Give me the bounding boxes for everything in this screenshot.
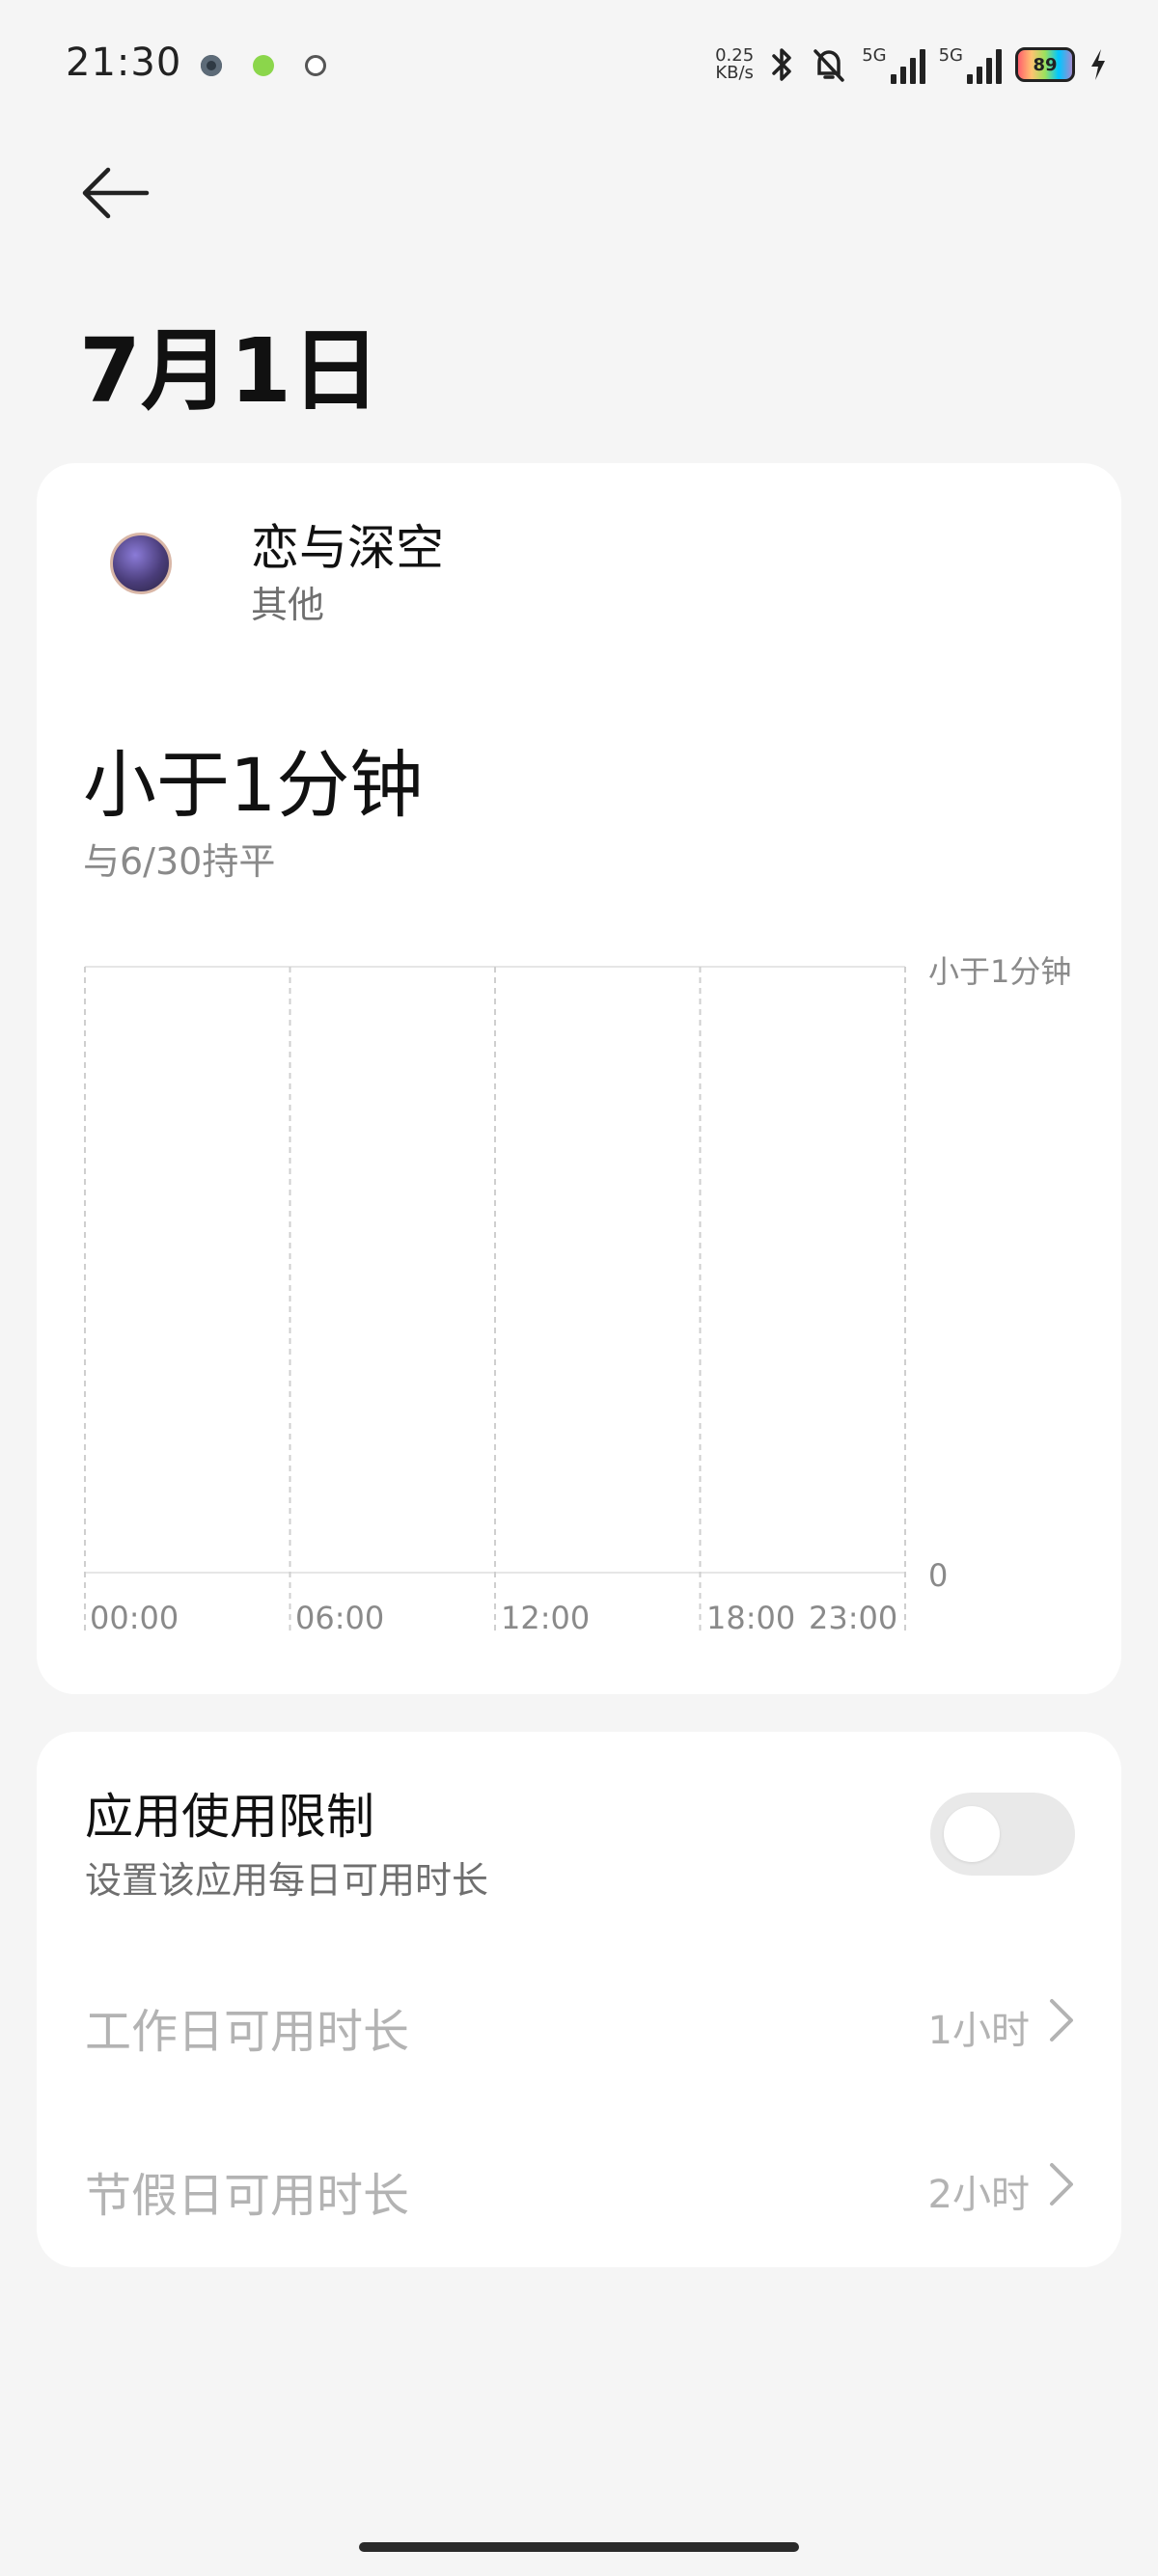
signal-2: 5G [939,45,1002,84]
holiday-limit-value: 2小时 [927,2173,1030,2217]
chevron-right-icon [1050,1999,1073,2042]
x-tick-label: 12:00 [501,1600,591,1636]
chevron-right-icon [1050,2163,1073,2206]
app-limit-subtitle: 设置该应用每日可用时长 [85,1859,489,1902]
x-tick-label: 06:00 [295,1600,385,1636]
status-icons: 0.25 KB/s 5G 5G 89 [715,37,1108,93]
net-speed: 0.25 KB/s [715,47,754,82]
app-category: 其他 [251,584,325,626]
y-axis-max-label: 小于1分钟 [928,953,1072,990]
mute-icon [813,49,844,82]
toggle-knob [944,1806,1000,1862]
chart-grid [84,966,906,1635]
signal-1: 5G [862,45,925,84]
app-limit-toggle[interactable] [930,1793,1075,1876]
signal-icon [890,45,925,84]
weekday-limit-label: 工作日可用时长 [85,2005,410,2059]
home-indicator[interactable] [359,2542,799,2552]
holiday-limit-label: 节假日可用时长 [85,2169,410,2223]
battery-icon: 89 [1015,47,1075,82]
x-tick-label: 18:00 [706,1600,796,1636]
bluetooth-icon [772,48,791,81]
net-speed-unit: KB/s [715,63,754,83]
x-tick-label: 23:00 [809,1600,898,1636]
page-title: 7月1日 [79,319,381,423]
notification-dot-icon [201,55,222,76]
charging-icon [1091,49,1105,80]
network-label: 5G [938,45,963,66]
usage-comparison: 与6/30持平 [83,840,276,883]
status-time: 21:30 [66,41,182,85]
y-axis-zero-label: 0 [928,1557,949,1594]
back-arrow-icon[interactable] [81,164,151,222]
app-limit-title: 应用使用限制 [85,1789,374,1845]
app-name: 恋与深空 [251,520,444,576]
signal-icon [967,45,1002,84]
network-label: 5G [862,45,887,66]
app-icon [110,533,172,594]
usage-chart [84,966,906,1635]
x-tick-label: 00:00 [90,1600,179,1636]
weekday-limit-value: 1小时 [927,2009,1030,2053]
sync-icon [305,55,326,76]
usage-total: 小于1分钟 [83,742,424,828]
battery-level: 89 [1033,54,1058,75]
app-notification-icon [253,55,274,76]
